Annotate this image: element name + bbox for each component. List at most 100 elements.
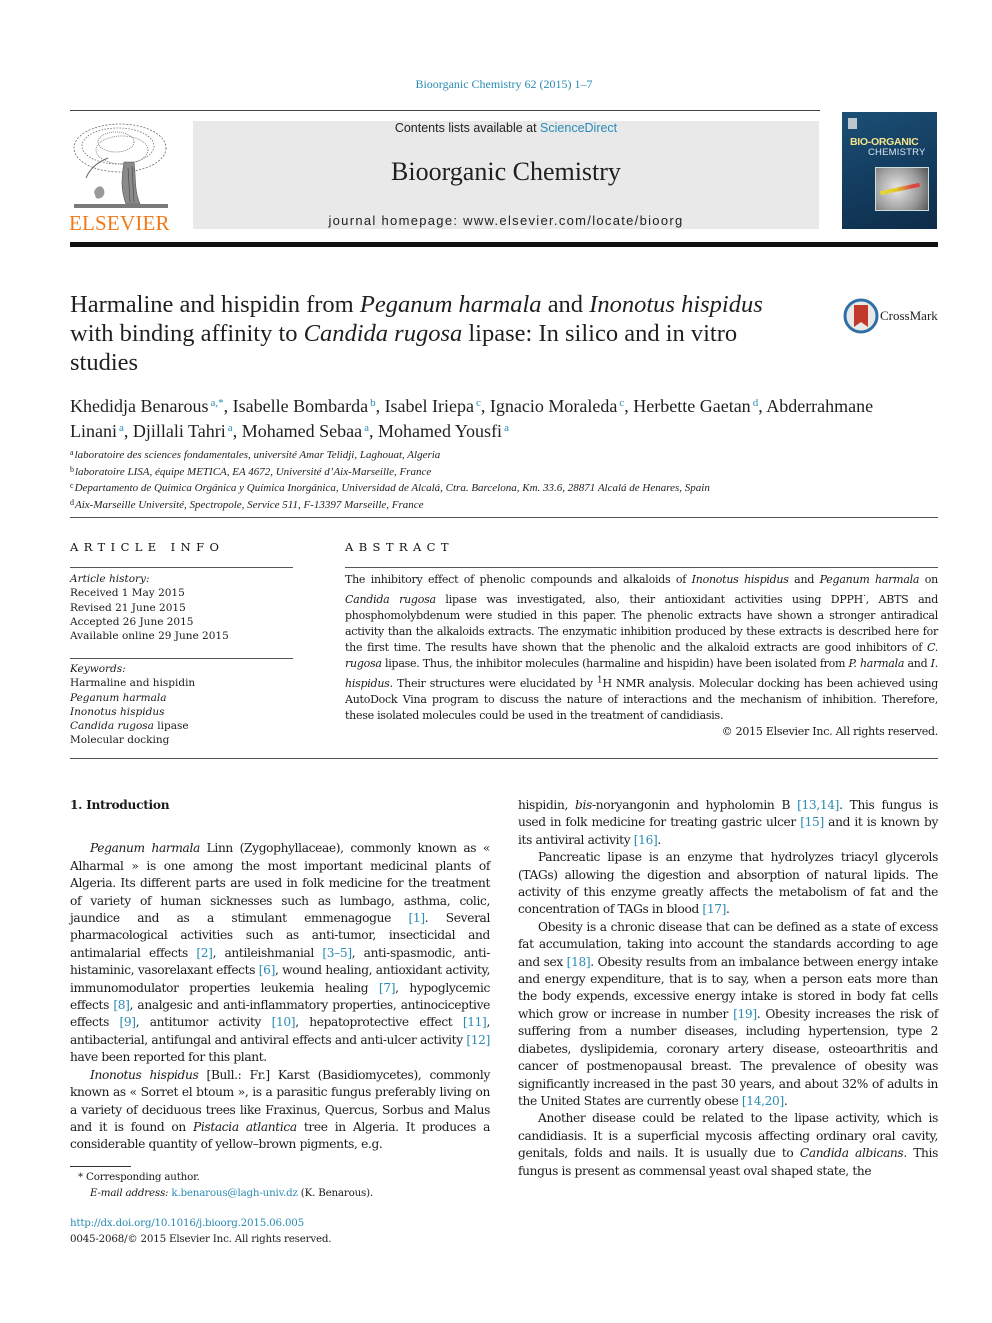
citation-link[interactable]: [7]	[379, 981, 396, 995]
citation-link[interactable]: [12]	[466, 1033, 490, 1047]
title-species: Peganum harmala	[359, 291, 542, 318]
citation-link[interactable]: [6]	[259, 963, 276, 977]
author-affiliation-mark[interactable]: c	[476, 397, 481, 409]
author-affiliation-mark[interactable]: d	[753, 397, 759, 409]
abstract-text-run: lipase. Thus, the inhibitor molecules (h…	[381, 657, 849, 671]
divider-rule	[70, 517, 938, 518]
affiliation-text: laboratoire LISA, équipe METICA, EA 4672…	[75, 465, 432, 478]
affiliation-text: Departamento de Química Orgánica y Quími…	[74, 482, 710, 494]
author-affiliation-mark[interactable]: b	[370, 397, 376, 409]
title-species: Candida rugosa	[303, 320, 463, 347]
abstract-bottom-rule	[70, 758, 938, 759]
citation-link[interactable]: [2]	[196, 946, 213, 960]
journal-reference-link[interactable]: Bioorganic Chemistry 62 (2015) 1–7	[0, 77, 992, 92]
footnote-line-1: * Corresponding author.	[78, 1170, 498, 1186]
journal-homepage[interactable]: journal homepage: www.elsevier.com/locat…	[193, 213, 819, 228]
abstract-text: The inhibitory effect of phenolic compou…	[345, 572, 938, 740]
citation-link[interactable]: [1]	[409, 911, 426, 925]
affiliation-text: laboratoire des sciences fondamentales, …	[74, 449, 441, 461]
body-paragraph: Obesity is a chronic disease that can be…	[518, 919, 938, 1110]
abstract-rule	[345, 567, 938, 568]
citation-link[interactable]: [17]	[702, 902, 726, 916]
header-rule	[70, 110, 820, 111]
citation-link[interactable]: [15]	[800, 815, 824, 829]
doi-block: http://dx.doi.org/10.1016/j.bioorg.2015.…	[70, 1216, 332, 1247]
doi-link[interactable]: http://dx.doi.org/10.1016/j.bioorg.2015.…	[70, 1216, 331, 1232]
body-text-run: .	[657, 832, 661, 847]
footnote-rule	[70, 1166, 131, 1167]
citation-link[interactable]: [11]	[463, 1015, 487, 1029]
abstract-text-run: and	[904, 657, 931, 671]
keyword: Inonotus hispidus	[70, 705, 293, 719]
author-affiliation-mark[interactable]: a,*	[210, 397, 223, 409]
body-text-run: .	[783, 1093, 788, 1108]
author-name[interactable]: Djillali Tahri	[133, 421, 226, 441]
title-text: with binding affinity to	[70, 320, 304, 347]
body-text-run: .	[726, 902, 730, 917]
keyword-text: Candida rugosa	[70, 720, 154, 733]
elsevier-wordmark: ELSEVIER	[69, 211, 170, 235]
author[interactable]: Ignacio Moraleda c	[490, 396, 624, 416]
history-label: Article history:	[70, 573, 150, 585]
citation-link[interactable]: [8]	[113, 998, 130, 1012]
author-name[interactable]: Mohamed Yousfi	[378, 421, 502, 441]
journal-cover-image[interactable]: BIO-ORGANIC CHEMISTRY	[842, 112, 937, 229]
crossmark-label[interactable]: CrossMark	[880, 308, 938, 324]
abstract-text-run: lipase was investigated, also, their ant…	[435, 592, 864, 606]
affiliation-key: d	[70, 497, 74, 507]
crossmark-icon[interactable]	[843, 298, 879, 334]
cover-publisher-icon	[848, 118, 857, 129]
affiliation: cDepartamento de Química Orgánica y Quím…	[70, 479, 930, 496]
affiliation-text: Aix-Marseille Université, Spectropole, S…	[75, 498, 424, 511]
author[interactable]: Isabelle Bombarda b	[233, 396, 376, 416]
abstract-species: Candida rugosa	[345, 592, 436, 606]
author-name[interactable]: Ignacio Moraleda	[490, 396, 617, 416]
body-text-run: . Obesity increases the risk of sufferin…	[518, 1006, 939, 1108]
author-name[interactable]: Mohamed Sebaa	[242, 421, 362, 441]
keyword-text: lipase	[153, 720, 189, 733]
author[interactable]: Isabel Iriepa c	[385, 396, 481, 416]
author-affiliation-mark[interactable]: a	[228, 422, 233, 434]
keywords-rule	[70, 658, 293, 659]
author[interactable]: Khedidja Benarous a,*	[70, 396, 224, 416]
author[interactable]: Mohamed Yousfi a	[378, 421, 509, 441]
author-name[interactable]: Khedidja Benarous	[70, 396, 208, 416]
email-owner: (K. Benarous).	[300, 1186, 373, 1199]
author-name[interactable]: Isabelle Bombarda	[233, 396, 368, 416]
author-name[interactable]: Isabel Iriepa	[385, 396, 474, 416]
title-text: Harmaline and hispidin from	[70, 291, 360, 318]
abstract-text-run: The inhibitory effect of phenolic compou…	[345, 573, 692, 586]
citation-link[interactable]: [18]	[567, 955, 591, 969]
abstract-text-run: . Their structures were elucidated by	[389, 676, 597, 690]
citation-link[interactable]: [9]	[119, 1015, 136, 1029]
affiliation: alaboratoire des sciences fondamentales,…	[70, 446, 930, 463]
abstract-heading: ABSTRACT	[345, 540, 454, 554]
section-heading-introduction: 1. Introduction	[70, 798, 170, 812]
author-affiliation-mark[interactable]: a	[119, 422, 124, 434]
author[interactable]: Djillali Tahri a	[133, 421, 233, 441]
citation-link[interactable]: [13,14]	[797, 798, 839, 812]
sciencedirect-link[interactable]: ScienceDirect	[540, 121, 617, 135]
history-item: Accepted 26 June 2015	[70, 615, 194, 628]
author-list: Khedidja Benarous a,*, Isabelle Bombarda b…	[70, 396, 874, 441]
author-affiliation-mark[interactable]: c	[619, 397, 624, 409]
body-species: Peganum harmala	[90, 841, 200, 856]
author[interactable]: Herbette Gaetan d	[633, 396, 758, 416]
issn-copyright: 0045-2068/© 2015 Elsevier Inc. All right…	[70, 1232, 332, 1245]
citation-link[interactable]: [14,20]	[742, 1094, 784, 1108]
citation-link[interactable]: [10]	[272, 1015, 296, 1029]
email-link[interactable]: k.benarous@lagh-univ.dz	[171, 1187, 297, 1199]
keyword: Molecular docking	[70, 733, 293, 747]
footnote-line-2: E-mail address: k.benarous@lagh-univ.dz …	[78, 1186, 498, 1202]
citation-link[interactable]: [3–5]	[322, 946, 352, 960]
author-affiliation-mark[interactable]: a	[364, 422, 369, 434]
author-name[interactable]: Herbette Gaetan	[633, 396, 750, 416]
author[interactable]: Mohamed Sebaa a	[242, 421, 369, 441]
affiliation: dAix-Marseille Université, Spectropole, …	[70, 496, 930, 513]
author-affiliation-mark[interactable]: a	[504, 422, 509, 434]
citation-link[interactable]: [16]	[634, 833, 658, 847]
body-text-run: , antileishmanial	[212, 945, 323, 960]
affiliation-key: a	[70, 448, 74, 457]
citation-link[interactable]: [19]	[733, 1007, 757, 1021]
keyword: Harmaline and hispidin	[70, 676, 293, 690]
